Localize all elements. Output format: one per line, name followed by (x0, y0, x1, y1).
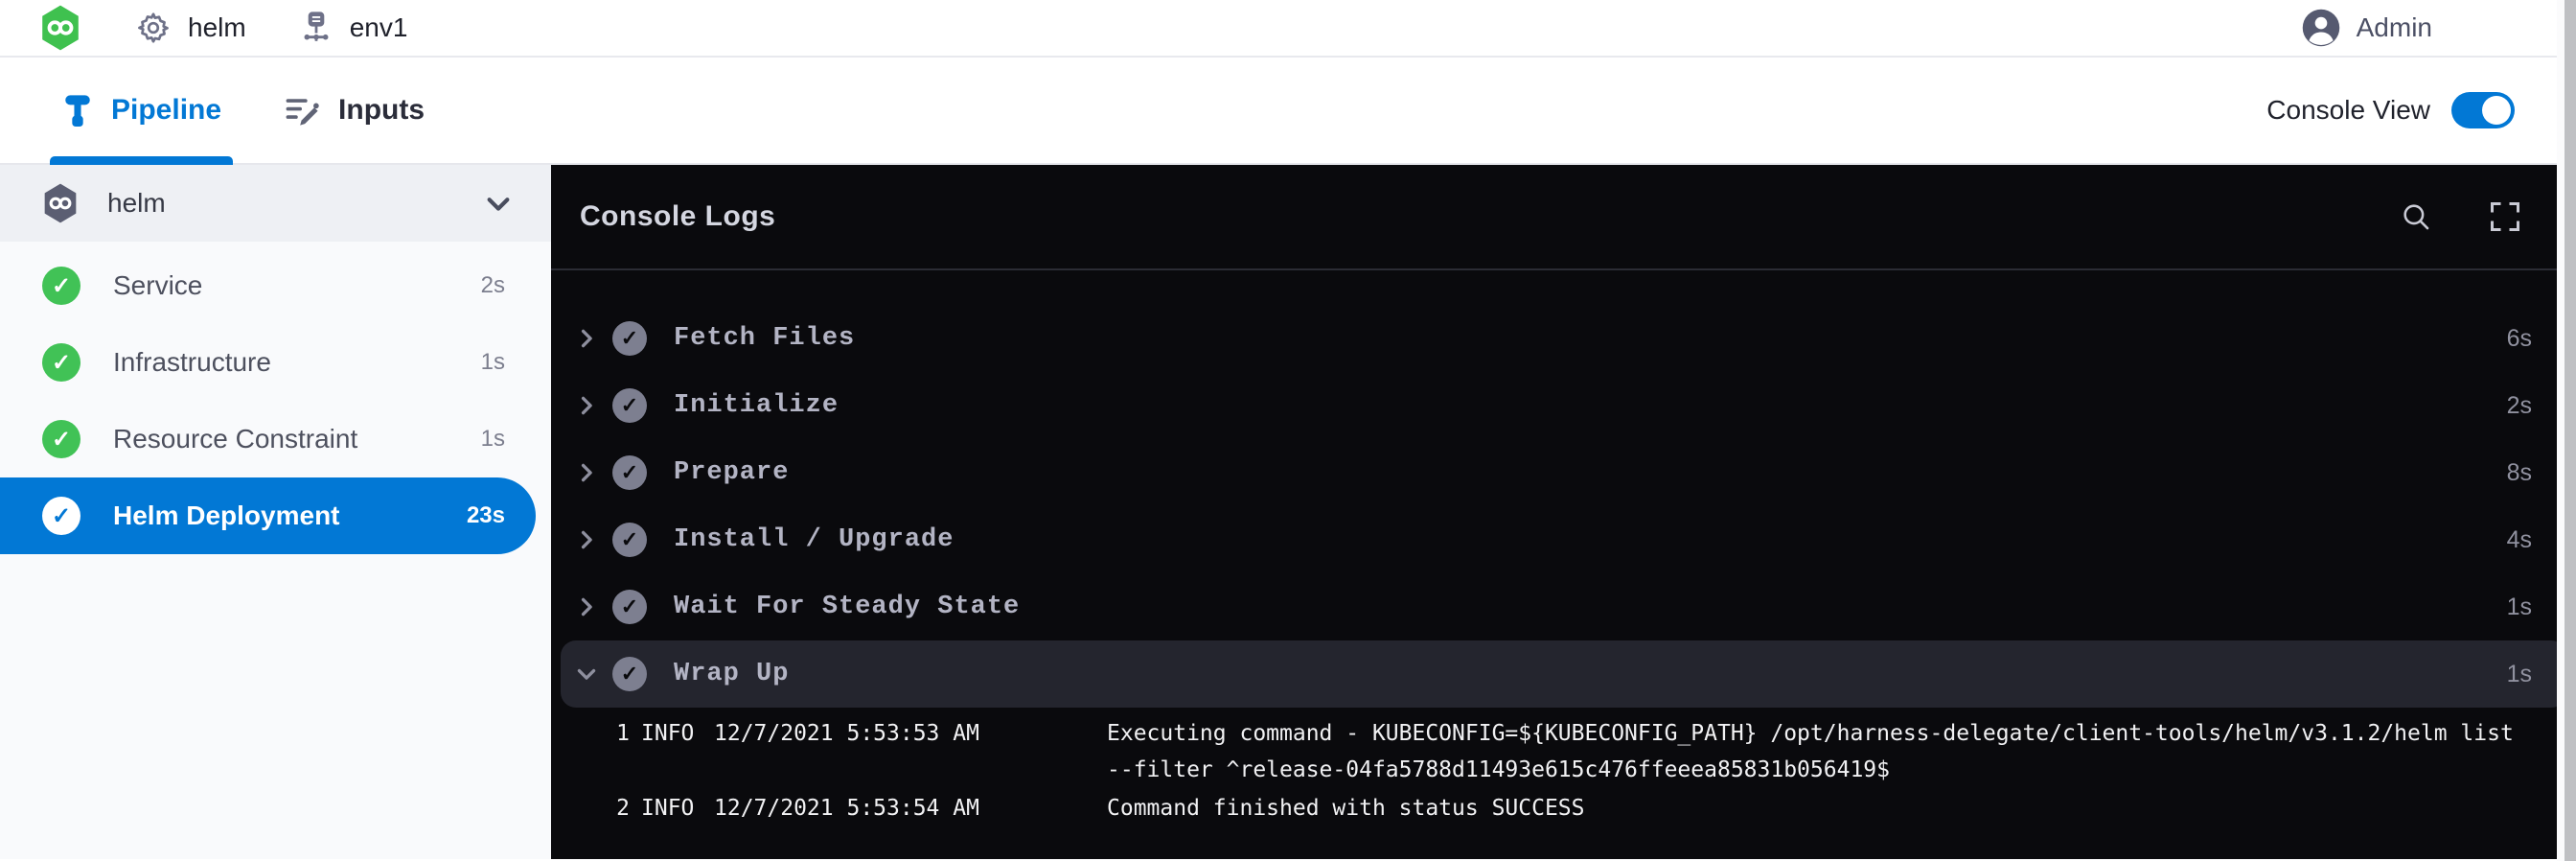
log-step-row[interactable]: ✓ Fetch Files 6s (561, 305, 2566, 372)
view-tabs-bar: Pipeline Inputs Console View (0, 58, 2576, 165)
chevron-right-icon[interactable] (574, 328, 599, 349)
pipeline-name: helm (188, 12, 246, 43)
tab-label: Inputs (338, 94, 425, 127)
step-duration: 2s (2507, 392, 2532, 420)
stage-label: Helm Deployment (113, 500, 467, 531)
step-name: Fetch Files (674, 324, 2507, 353)
gear-icon (136, 11, 171, 45)
success-check-icon: ✓ (42, 420, 80, 458)
user-name: Admin (2357, 12, 2432, 43)
step-name: Prepare (674, 458, 2507, 487)
step-success-icon: ✓ (612, 523, 647, 557)
step-duration: 6s (2507, 325, 2532, 353)
step-duration: 1s (2507, 593, 2532, 621)
chevron-right-icon[interactable] (574, 596, 599, 617)
sidebar-stage-item[interactable]: ✓ Service 2s (0, 247, 536, 324)
tab-pipeline[interactable]: Pipeline (61, 58, 221, 163)
harness-deployments-icon[interactable] (38, 4, 82, 52)
stage-duration: 2s (481, 272, 536, 299)
stage-duration: 1s (481, 349, 536, 376)
log-step-row[interactable]: ✓ Wait For Steady State 1s (561, 573, 2566, 640)
log-step-row[interactable]: ✓ Wrap Up 1s (561, 640, 2566, 708)
log-timestamp: 12/7/2021 5:53:53 AM (714, 715, 1078, 752)
step-name: Install / Upgrade (674, 525, 2507, 554)
step-success-icon: ✓ (612, 321, 647, 356)
stage-list: ✓ Service 2s ✓ Infrastructure 1s ✓ Resou… (0, 242, 551, 554)
tab-label: Pipeline (111, 94, 221, 127)
step-name: Wait For Steady State (674, 593, 2507, 621)
console-view-label: Console View (2266, 95, 2430, 126)
log-line-number: 2 (607, 790, 630, 826)
stage-duration: 1s (481, 426, 536, 453)
log-entry: 2 INFO 12/7/2021 5:53:54 AM Command fini… (607, 790, 2542, 826)
user-avatar-icon (2301, 8, 2341, 48)
step-success-icon: ✓ (612, 590, 647, 624)
log-message: Command finished with status SUCCESS (1107, 790, 2542, 826)
sidebar-stage-item[interactable]: ✓ Resource Constraint 1s (0, 401, 536, 477)
log-output: 1 INFO 12/7/2021 5:53:53 AM Executing co… (551, 708, 2576, 828)
chevron-right-icon[interactable] (576, 662, 597, 686)
stages-sidebar: helm ✓ Service 2s ✓ (0, 165, 551, 859)
step-duration: 4s (2507, 526, 2532, 554)
page-scrollbar[interactable] (2557, 0, 2576, 861)
chevron-right-icon[interactable] (574, 395, 599, 416)
step-duration: 8s (2507, 459, 2532, 487)
chevron-right-icon[interactable] (574, 462, 599, 483)
execution-content: helm ✓ Service 2s ✓ (0, 165, 2576, 859)
step-duration: 1s (2507, 661, 2532, 688)
step-success-icon: ✓ (612, 657, 647, 691)
environment-icon (300, 11, 333, 45)
success-check-icon: ✓ (42, 343, 80, 382)
sidebar-stage-item[interactable]: ✓ Helm Deployment 23s (0, 477, 536, 554)
stage-duration: 23s (467, 502, 536, 529)
pipeline-execution-page: helm env1 (0, 0, 2576, 861)
scrollbar-thumb[interactable] (2564, 0, 2576, 861)
console-logs-header: Console Logs (551, 165, 2576, 270)
top-navigation-bar: helm env1 (0, 0, 2576, 58)
chevron-right-icon[interactable] (574, 529, 599, 550)
pipeline-settings-link[interactable]: helm (136, 11, 246, 45)
inputs-tab-icon (285, 94, 321, 127)
sidebar-stage-item[interactable]: ✓ Infrastructure 1s (0, 324, 536, 401)
pipeline-tab-icon (61, 92, 94, 128)
toggle-knob (2482, 96, 2511, 125)
log-message: Executing command - KUBECONFIG=${KUBECON… (1107, 715, 2542, 788)
search-icon[interactable] (2400, 200, 2432, 233)
console-view-toggle[interactable] (2451, 92, 2515, 128)
user-menu[interactable]: Admin (2301, 8, 2432, 48)
step-success-icon: ✓ (612, 455, 647, 490)
active-tab-underline (50, 156, 233, 165)
environment-link[interactable]: env1 (300, 11, 408, 45)
log-step-row[interactable]: ✓ Prepare 8s (561, 439, 2566, 506)
console-logs-panel: Console Logs (551, 165, 2576, 859)
success-check-icon: ✓ (42, 267, 80, 305)
stage-label: Resource Constraint (113, 424, 481, 454)
tab-inputs[interactable]: Inputs (285, 58, 425, 163)
environment-name: env1 (350, 12, 408, 43)
stage-label: Infrastructure (113, 347, 481, 378)
stage-group-header[interactable]: helm (0, 165, 551, 242)
log-level: INFO (641, 790, 702, 826)
step-name: Initialize (674, 391, 2507, 420)
log-level: INFO (641, 715, 702, 752)
log-step-list: ✓ Fetch Files 6s ✓ Initialize 2s (551, 270, 2576, 708)
stage-group-icon (38, 179, 82, 227)
step-success-icon: ✓ (612, 388, 647, 423)
fullscreen-icon[interactable] (2488, 199, 2522, 234)
log-timestamp: 12/7/2021 5:53:54 AM (714, 790, 1078, 826)
log-step-row[interactable]: ✓ Initialize 2s (561, 372, 2566, 439)
stage-label: Service (113, 270, 481, 301)
log-entry: 1 INFO 12/7/2021 5:53:53 AM Executing co… (607, 715, 2542, 788)
stage-group-label: helm (107, 188, 166, 219)
step-name: Wrap Up (674, 660, 2507, 688)
chevron-down-icon[interactable] (484, 189, 513, 218)
console-logs-title: Console Logs (580, 200, 775, 233)
log-line-number: 1 (607, 715, 630, 752)
log-step-row[interactable]: ✓ Install / Upgrade 4s (561, 506, 2566, 573)
success-check-icon: ✓ (42, 497, 80, 535)
